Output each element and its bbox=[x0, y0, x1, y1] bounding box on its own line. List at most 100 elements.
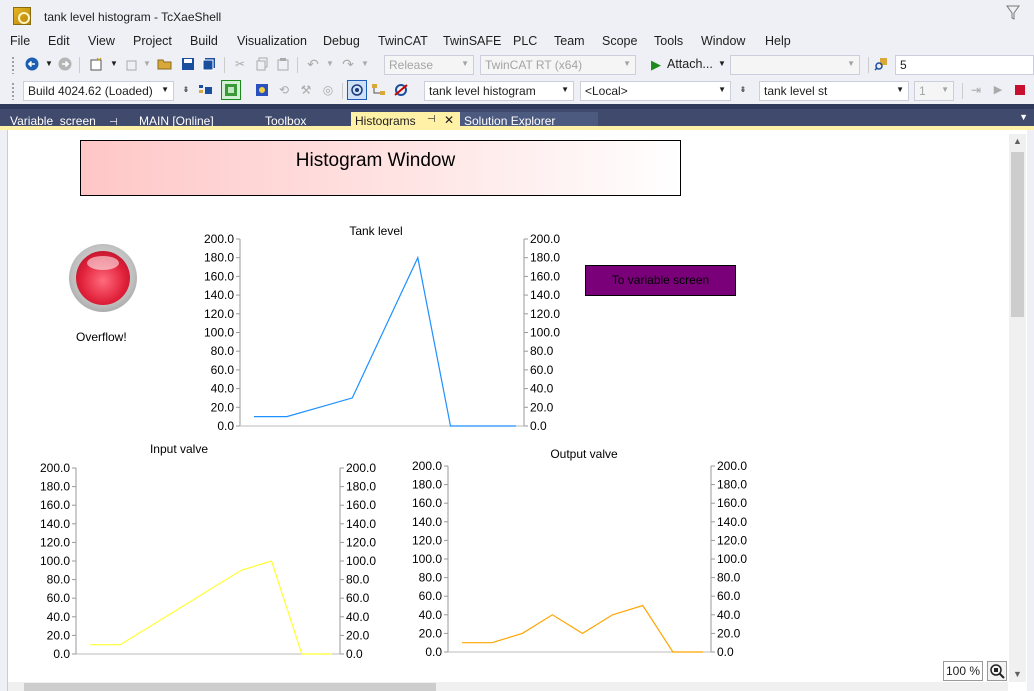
scroll-up-icon[interactable]: ▲ bbox=[1013, 136, 1022, 146]
y-tick-label-left: 80.0 bbox=[419, 571, 443, 585]
menu-twincat[interactable]: TwinCAT bbox=[378, 34, 428, 48]
project-dropdown[interactable]: tank level histogram ▼ bbox=[424, 81, 574, 101]
y-tick-label-left: 160.0 bbox=[204, 269, 234, 283]
task-dropdown[interactable]: tank level st ▼ bbox=[759, 81, 909, 101]
chevron-down-icon[interactable]: ▼ bbox=[106, 56, 122, 72]
find-icon[interactable] bbox=[873, 56, 889, 72]
add-item-icon[interactable] bbox=[124, 56, 140, 72]
reload-icon[interactable]: ⟲ bbox=[276, 82, 292, 98]
open-folder-icon[interactable] bbox=[157, 56, 173, 72]
menu-tools[interactable]: Tools bbox=[654, 34, 683, 48]
menu-help[interactable]: Help bbox=[765, 34, 791, 48]
network-icon[interactable] bbox=[371, 82, 387, 98]
y-tick-label-left: 180.0 bbox=[204, 251, 234, 265]
toolbar-grip[interactable] bbox=[11, 82, 15, 100]
close-icon[interactable]: ✕ bbox=[444, 113, 454, 127]
y-tick-label-left: 40.0 bbox=[419, 608, 443, 622]
activate-config-icon[interactable] bbox=[198, 82, 214, 98]
toolbar-grip[interactable] bbox=[11, 56, 15, 74]
horizontal-scroll-thumb[interactable] bbox=[24, 683, 436, 691]
y-tick-label-left: 120.0 bbox=[204, 307, 234, 321]
chevron-down-icon[interactable]: ▼ bbox=[41, 56, 57, 72]
y-tick-label-right: 160.0 bbox=[530, 269, 560, 283]
menu-team[interactable]: Team bbox=[554, 34, 585, 48]
y-tick-label-left: 100.0 bbox=[204, 326, 234, 340]
menu-view[interactable]: View bbox=[88, 34, 115, 48]
y-tick-label-left: 60.0 bbox=[47, 591, 71, 605]
y-tick-label-left: 100.0 bbox=[412, 552, 442, 566]
menu-bar: File Edit View Project Build Visualizati… bbox=[0, 32, 1034, 52]
y-tick-label-right: 60.0 bbox=[717, 589, 741, 603]
y-tick-label-right: 180.0 bbox=[346, 480, 376, 494]
menu-edit[interactable]: Edit bbox=[48, 34, 70, 48]
attach-button[interactable]: Attach... bbox=[667, 57, 713, 71]
y-tick-label-right: 140.0 bbox=[717, 515, 747, 529]
redo-icon[interactable]: ↷ bbox=[340, 56, 356, 72]
y-tick-label-left: 140.0 bbox=[40, 517, 70, 531]
menu-build[interactable]: Build bbox=[190, 34, 218, 48]
stop-icon[interactable] bbox=[1012, 82, 1028, 98]
save-all-icon[interactable] bbox=[201, 56, 217, 72]
port-dropdown[interactable]: 1 ▼ bbox=[914, 81, 954, 101]
toolbar-options-icon[interactable]: ⇟ bbox=[735, 82, 751, 98]
save-icon[interactable] bbox=[180, 56, 196, 72]
menu-scope[interactable]: Scope bbox=[602, 34, 637, 48]
filter-icon[interactable] bbox=[1006, 5, 1020, 21]
chevron-down-icon[interactable]: ▼ bbox=[322, 56, 338, 72]
undo-icon[interactable]: ↶ bbox=[305, 56, 321, 72]
menu-twinsafe[interactable]: TwinSAFE bbox=[443, 34, 501, 48]
back-icon[interactable] bbox=[24, 56, 40, 72]
y-tick-label-right: 200.0 bbox=[717, 459, 747, 473]
menu-debug[interactable]: Debug bbox=[323, 34, 360, 48]
y-tick-label-left: 0.0 bbox=[53, 647, 70, 661]
find-input[interactable]: 5 bbox=[895, 55, 1034, 75]
y-tick-label-right: 200.0 bbox=[346, 461, 376, 475]
copy-icon[interactable] bbox=[254, 56, 270, 72]
zoom-magnifier-icon[interactable] bbox=[987, 661, 1007, 681]
menu-project[interactable]: Project bbox=[133, 34, 172, 48]
menu-window[interactable]: Window bbox=[701, 34, 745, 48]
new-project-icon[interactable] bbox=[88, 56, 104, 72]
menu-visualization[interactable]: Visualization bbox=[237, 34, 307, 48]
paste-icon[interactable] bbox=[275, 56, 291, 72]
y-tick-label-right: 80.0 bbox=[717, 571, 741, 585]
start-icon[interactable]: ▶ bbox=[990, 82, 1006, 98]
step-into-icon[interactable]: ⇥ bbox=[968, 82, 984, 98]
zoom-level[interactable]: 100 % bbox=[943, 661, 983, 681]
vertical-scroll-thumb[interactable] bbox=[1011, 152, 1024, 317]
y-tick-label-left: 20.0 bbox=[47, 628, 71, 642]
standard-toolbar: ▼ ▼ ▼ ✂ ↶ ▼ ↷ ▼ Release ▼ TwinCAT RT (x64… bbox=[0, 52, 1034, 78]
horizontal-scrollbar[interactable] bbox=[8, 682, 1008, 691]
twincat-app-icon[interactable] bbox=[13, 7, 31, 25]
breakpoint-icon[interactable] bbox=[393, 82, 409, 98]
chevron-down-icon[interactable]: ▼ bbox=[357, 56, 373, 72]
settings-icon[interactable]: ◎ bbox=[320, 82, 336, 98]
y-tick-label-right: 100.0 bbox=[717, 552, 747, 566]
pin-icon[interactable]: ⊣ bbox=[427, 114, 436, 125]
scroll-down-icon[interactable]: ▼ bbox=[1013, 669, 1022, 679]
play-icon[interactable]: ▶ bbox=[648, 56, 664, 72]
cut-icon[interactable]: ✂ bbox=[232, 56, 248, 72]
menu-plc[interactable]: PLC bbox=[513, 34, 537, 48]
forward-icon[interactable] bbox=[57, 56, 73, 72]
y-tick-label-right: 60.0 bbox=[346, 591, 370, 605]
input-valve-chart: Input valve 200.0 200.0 180.0 180.0 160.0 160.… bbox=[40, 442, 376, 661]
y-tick-label-right: 0.0 bbox=[530, 419, 547, 433]
process-dropdown[interactable]: ▼ bbox=[730, 55, 860, 75]
build-dropdown[interactable]: Build 4024.62 (Loaded) ▼ bbox=[23, 81, 174, 101]
target-dropdown[interactable]: <Local> ▼ bbox=[580, 81, 731, 101]
menu-file[interactable]: File bbox=[10, 34, 30, 48]
platform-dropdown[interactable]: TwinCAT RT (x64) ▼ bbox=[480, 55, 636, 75]
chevron-down-icon[interactable]: ▼ bbox=[714, 56, 730, 72]
target-scan-icon[interactable] bbox=[254, 82, 270, 98]
run-mode-icon[interactable] bbox=[221, 80, 241, 100]
visualization-canvas: Histogram Window Overflow! To variable s… bbox=[7, 130, 1027, 691]
y-tick-label-right: 100.0 bbox=[530, 326, 560, 340]
configuration-dropdown[interactable]: Release ▼ bbox=[384, 55, 474, 75]
chevron-down-icon[interactable]: ▼ bbox=[1019, 112, 1028, 122]
toolbar-options-icon[interactable]: ⇟ bbox=[178, 82, 194, 98]
toggle-icon[interactable]: ⚒ bbox=[298, 82, 314, 98]
login-icon[interactable] bbox=[347, 80, 367, 100]
vertical-scrollbar[interactable]: ▲ ▼ bbox=[1009, 134, 1026, 682]
chevron-down-icon[interactable]: ▼ bbox=[139, 56, 155, 72]
